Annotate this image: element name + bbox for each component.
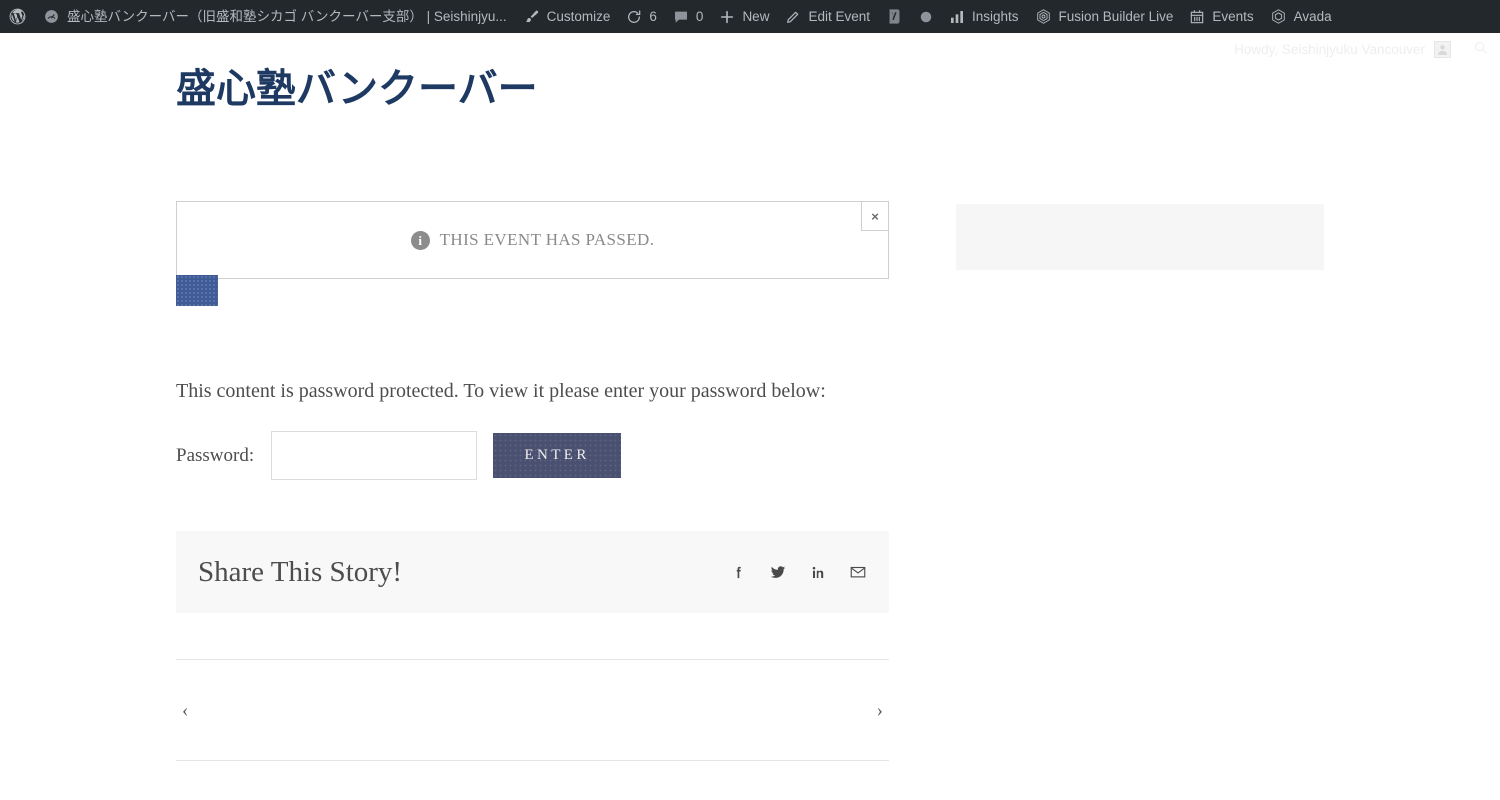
- previous-post-arrow-icon[interactable]: ‹: [176, 697, 194, 724]
- admin-bar-secondary-row: Howdy, Seishinjyuku Vancouver: [0, 33, 1500, 66]
- howdy-greeting[interactable]: Howdy, Seishinjyuku Vancouver: [1234, 42, 1425, 57]
- admin-bar-comments-count: 0: [695, 8, 704, 24]
- password-label: Password:: [176, 444, 255, 466]
- admin-bar-events-label: Events: [1212, 8, 1254, 24]
- page-body: 盛心塾バンクーバー i THIS EVENT HAS PASSED. × Thi…: [0, 33, 1500, 800]
- admin-bar-wordpress-logo[interactable]: [0, 0, 35, 33]
- sidebar-widget-placeholder: [956, 204, 1324, 270]
- wordpress-logo-icon: [8, 7, 27, 26]
- password-submit-button[interactable]: Enter: [493, 433, 622, 478]
- admin-bar-fusion-builder-label: Fusion Builder Live: [1058, 8, 1174, 24]
- dashboard-speedometer-icon: [43, 8, 60, 25]
- admin-bar-new-label: New: [742, 8, 770, 24]
- admin-bar-events[interactable]: Events: [1181, 0, 1261, 33]
- seo-score-dot-icon: [919, 10, 933, 24]
- plus-icon: [719, 9, 735, 25]
- yoast-seo-icon: [886, 8, 903, 25]
- insights-bars-icon: [949, 9, 965, 25]
- site-title[interactable]: 盛心塾バンクーバー: [176, 65, 538, 113]
- info-icon: i: [410, 230, 430, 250]
- share-title: Share This Story!: [198, 555, 403, 588]
- twitter-icon[interactable]: [769, 563, 787, 581]
- pencil-icon: [785, 9, 801, 25]
- admin-bar-avada[interactable]: Avada: [1262, 0, 1340, 33]
- admin-bar-fusion-builder-live[interactable]: Fusion Builder Live: [1027, 0, 1182, 33]
- admin-bar-yoast-seo[interactable]: [878, 0, 911, 33]
- admin-bar-edit-event[interactable]: Edit Event: [777, 0, 878, 33]
- admin-bar-site-name-label: 盛心塾バンクーバー（旧盛和塾シカゴ バンクーバー支部） | Seishinjyu…: [67, 8, 507, 24]
- wp-admin-bar: 盛心塾バンクーバー（旧盛和塾シカゴ バンクーバー支部） | Seishinjyu…: [0, 0, 1500, 33]
- next-post-arrow-icon[interactable]: ›: [871, 697, 889, 724]
- paintbrush-icon: [523, 8, 540, 25]
- post-navigation: ‹ ›: [176, 659, 889, 761]
- admin-bar-customize[interactable]: Customize: [515, 0, 619, 33]
- admin-bar-edit-event-label: Edit Event: [808, 8, 870, 24]
- event-notice-text: THIS EVENT HAS PASSED.: [439, 230, 655, 249]
- password-protected-message: This content is password protected. To v…: [176, 380, 826, 402]
- admin-bar-updates-count: 6: [649, 8, 657, 24]
- share-icon-group: [729, 563, 867, 581]
- admin-bar-avada-label: Avada: [1293, 8, 1332, 24]
- admin-bar-insights[interactable]: Insights: [941, 0, 1027, 33]
- admin-bar-insights-label: Insights: [972, 8, 1019, 24]
- email-icon[interactable]: [849, 563, 867, 581]
- search-icon[interactable]: [1473, 40, 1488, 60]
- admin-bar-updates[interactable]: 6: [618, 0, 665, 33]
- fusion-builder-icon: [1035, 8, 1052, 25]
- avada-icon: [1270, 8, 1287, 25]
- admin-bar-seo-score[interactable]: [911, 0, 941, 33]
- notice-accent-tab: [176, 275, 218, 306]
- updates-refresh-icon: [626, 9, 642, 25]
- admin-bar-site-name[interactable]: 盛心塾バンクーバー（旧盛和塾シカゴ バンクーバー支部） | Seishinjyu…: [35, 0, 515, 33]
- close-icon[interactable]: ×: [861, 201, 889, 231]
- event-passed-notice: i THIS EVENT HAS PASSED. ×: [176, 201, 889, 306]
- comment-bubble-icon: [673, 9, 689, 25]
- admin-bar-customize-label: Customize: [546, 8, 611, 24]
- avatar[interactable]: [1434, 41, 1451, 58]
- password-form: Password: Enter: [176, 431, 622, 480]
- facebook-icon[interactable]: [729, 563, 747, 581]
- events-calendar-icon: [1189, 9, 1205, 25]
- share-this-story-box: Share This Story!: [176, 531, 889, 613]
- admin-bar-new-content[interactable]: New: [711, 0, 777, 33]
- admin-bar-comments[interactable]: 0: [665, 0, 712, 33]
- linkedin-icon[interactable]: [809, 563, 827, 581]
- password-input[interactable]: [271, 431, 478, 480]
